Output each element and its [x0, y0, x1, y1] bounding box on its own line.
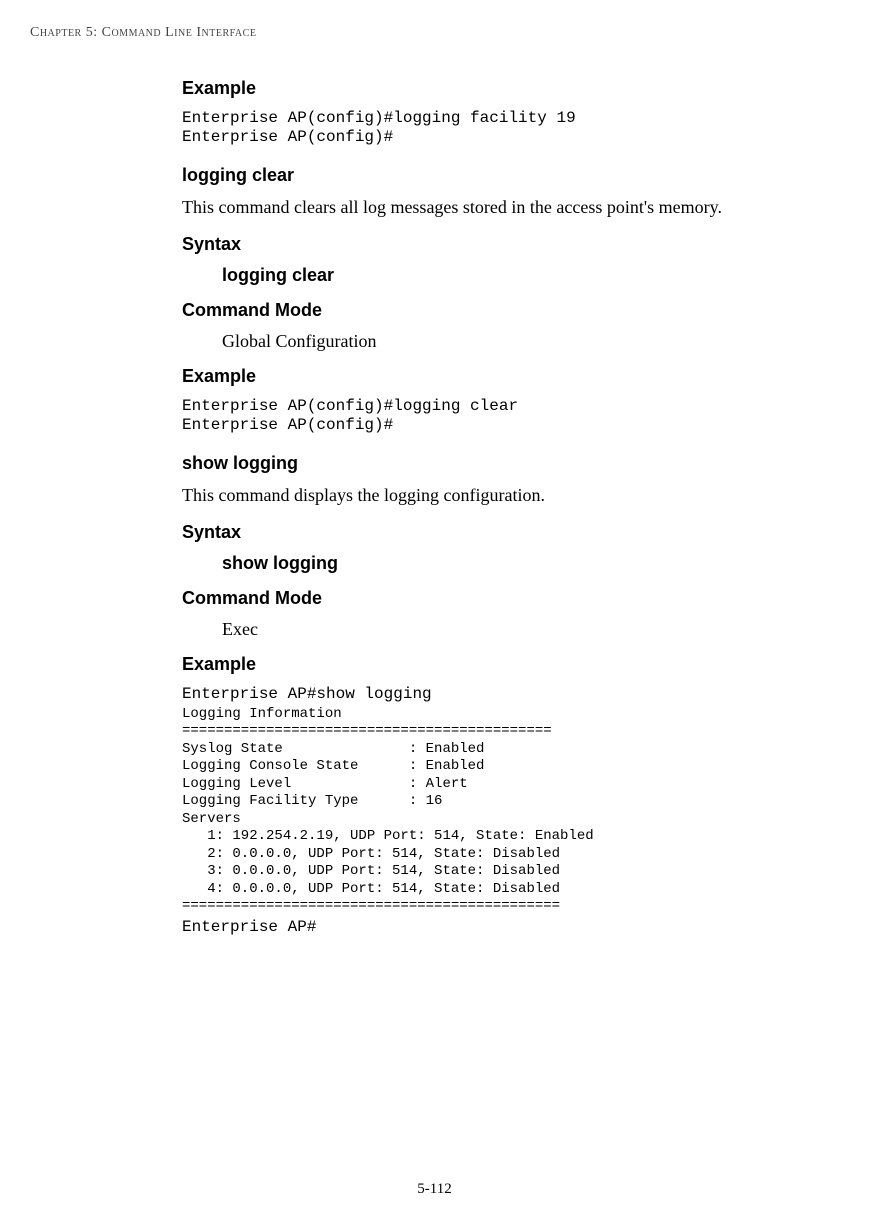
code-block-1: Enterprise AP(config)#logging facility 1…	[182, 109, 842, 147]
mode-value-1: Global Configuration	[222, 331, 842, 352]
logging-clear-desc: This command clears all log messages sto…	[182, 196, 842, 219]
mode-heading-2: Command Mode	[182, 588, 842, 609]
page-number: 5-112	[0, 1181, 869, 1198]
logging-clear-title: logging clear	[182, 165, 842, 186]
page-content: Example Enterprise AP(config)#logging fa…	[182, 78, 842, 939]
code-block-3-line1: Enterprise AP#show logging	[182, 685, 842, 704]
example-heading-3: Example	[182, 654, 842, 675]
example-heading-2: Example	[182, 366, 842, 387]
example-heading-1: Example	[182, 78, 842, 99]
syntax-value-1: logging clear	[222, 265, 842, 286]
code-block-3-body: Logging Information ====================…	[182, 706, 842, 916]
code-block-2: Enterprise AP(config)#logging clear Ente…	[182, 397, 842, 435]
code-block-3-line3: Enterprise AP#	[182, 918, 842, 937]
running-head: Chapter 5: Command Line Interface	[30, 25, 256, 41]
show-logging-title: show logging	[182, 453, 842, 474]
syntax-value-2: show logging	[222, 553, 842, 574]
mode-value-2: Exec	[222, 619, 842, 640]
show-logging-desc: This command displays the logging config…	[182, 484, 842, 507]
syntax-heading-2: Syntax	[182, 522, 842, 543]
syntax-heading-1: Syntax	[182, 234, 842, 255]
mode-heading-1: Command Mode	[182, 300, 842, 321]
